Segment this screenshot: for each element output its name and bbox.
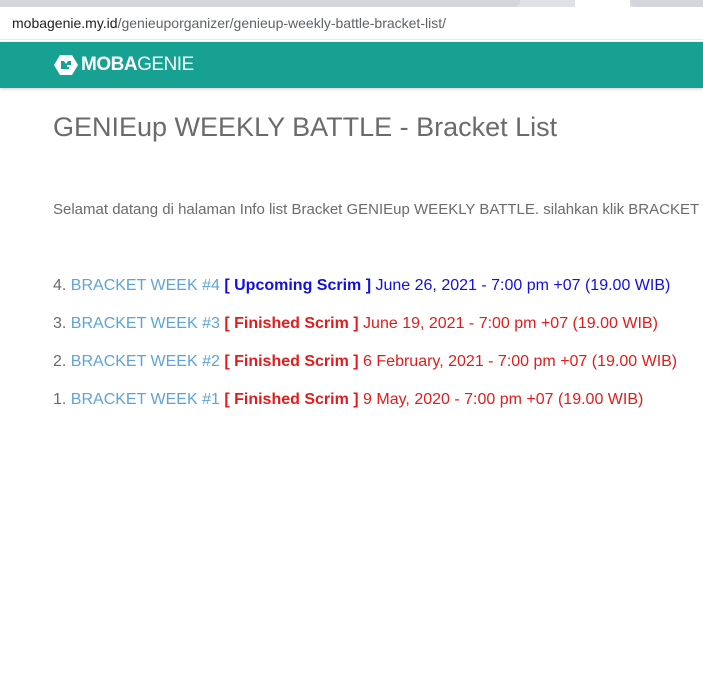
schedule-date: June 19, 2021 - 7:00 pm +07 (19.00 WIB) <box>363 315 658 332</box>
site-logo[interactable]: MOBAGENIE <box>54 53 194 77</box>
list-item: 4. BRACKET WEEK #4 [ Upcoming Scrim ] Ju… <box>53 276 677 314</box>
bracket-week-3-link[interactable]: BRACKET WEEK #3 <box>71 315 220 332</box>
schedule-date: June 26, 2021 - 7:00 pm +07 (19.00 WIB) <box>375 277 671 294</box>
address-bar[interactable]: mobagenie.my.id/genieuporganizer/genieup… <box>0 7 703 40</box>
url-text[interactable]: mobagenie.my.id/genieuporganizer/genieup… <box>12 15 446 31</box>
page-title: GENIEup WEEKLY BATTLE - Bracket List <box>53 112 558 142</box>
list-item: 3. BRACKET WEEK #3 [ Finished Scrim ] Ju… <box>53 314 677 352</box>
item-number: 1. <box>53 391 67 408</box>
item-number: 3. <box>53 315 67 332</box>
brand-bold: MOBA <box>81 54 138 75</box>
bracket-list: 4. BRACKET WEEK #4 [ Upcoming Scrim ] Ju… <box>53 276 677 428</box>
site-header: MOBAGENIE <box>0 42 703 88</box>
url-path: /genieuporganizer/genieup-weekly-battle-… <box>117 15 446 31</box>
item-number: 4. <box>53 277 67 294</box>
brand-name: MOBAGENIE <box>81 53 194 77</box>
browser-tab-strip <box>0 0 703 7</box>
browser-tab[interactable] <box>630 0 703 7</box>
brand-light: GENIE <box>137 54 194 75</box>
status-badge: [ Finished Scrim ] <box>224 353 359 370</box>
status-badge: [ Finished Scrim ] <box>224 391 359 408</box>
intro-text: Selamat datang di halaman Info list Brac… <box>53 201 700 218</box>
bracket-week-1-link[interactable]: BRACKET WEEK #1 <box>71 391 220 408</box>
bracket-week-2-link[interactable]: BRACKET WEEK #2 <box>71 353 220 370</box>
schedule-date: 6 February, 2021 - 7:00 pm +07 (19.00 WI… <box>363 353 678 370</box>
status-badge: [ Finished Scrim ] <box>224 315 359 332</box>
item-number: 2. <box>53 353 67 370</box>
bracket-week-4-link[interactable]: BRACKET WEEK #4 <box>71 277 220 294</box>
url-host: mobagenie.my.id <box>12 15 118 31</box>
browser-tab-gap <box>575 0 630 7</box>
schedule-date: 9 May, 2020 - 7:00 pm +07 (19.00 WIB) <box>363 391 644 408</box>
list-item: 2. BRACKET WEEK #2 [ Finished Scrim ] 6 … <box>53 352 677 390</box>
browser-tab[interactable] <box>0 0 520 7</box>
list-item: 1. BRACKET WEEK #1 [ Finished Scrim ] 9 … <box>53 390 677 428</box>
status-badge: [ Upcoming Scrim ] <box>224 277 372 294</box>
mobagenie-logo-icon <box>54 55 78 75</box>
